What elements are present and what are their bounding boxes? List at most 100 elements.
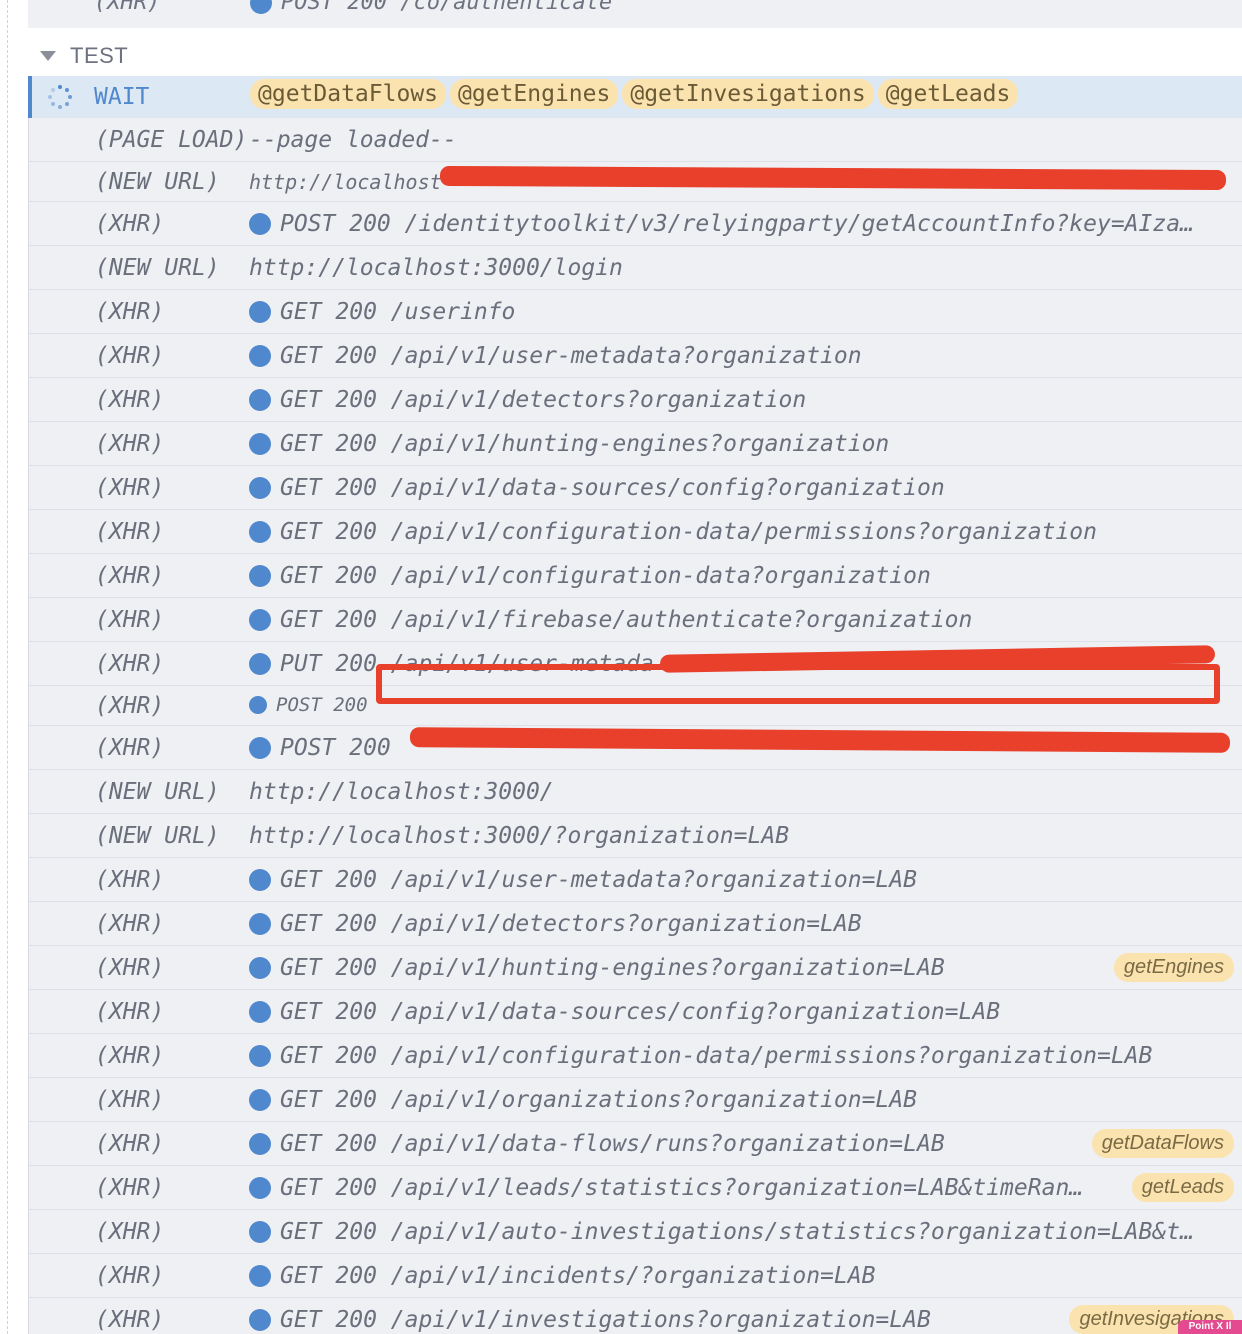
log-message: GET 200 /api/v1/hunting-engines?organiza… [249,955,1112,981]
alias-tag[interactable]: @getDataFlows [250,79,447,109]
log-type: (XHR) [95,1175,165,1201]
log-message: http://localhost:3000/login [249,255,623,281]
log-type: (XHR) [95,867,165,893]
alias-badge[interactable]: getLeads [1131,1173,1234,1202]
log-message: GET 200 /api/v1/data-flows/runs?organiza… [249,1131,1112,1157]
log-type: (XHR) [95,299,165,325]
wait-command-row[interactable]: WAIT @getDataFlows @getEngines @getInves… [28,76,1242,118]
spinner-icon [48,85,72,109]
log-type: (XHR) [95,1043,165,1069]
log-row[interactable]: (XHR) GET 200 /api/v1/data-sources/config… [29,466,1242,510]
log-type: (XHR) [95,911,165,937]
log-type: (XHR) [95,693,165,719]
log-type: (XHR) [95,475,165,501]
log-row[interactable]: (XHR) GET 200 /api/v1/investigations?orga… [29,1298,1242,1334]
log-row[interactable]: (XHR) GET 200 /api/v1/incidents/?organiza… [29,1254,1242,1298]
log-message: GET 200 /api/v1/firebase/authenticate?or… [249,607,1232,633]
log-row[interactable]: (XHR) GET 200 /api/v1/organizations?organ… [29,1078,1242,1122]
alias-tag[interactable]: @getInvesigations [622,79,874,109]
log-row[interactable]: (XHR) POST 200 /identitytoolkit/v3/relyin… [29,202,1242,246]
request-dot-icon [249,301,271,323]
log-type: (NEW URL) [95,779,220,805]
log-type: (XHR) [95,343,165,369]
log-row[interactable]: (XHR) GET 200 /api/v1/leads/statistics?or… [29,1166,1242,1210]
alias-badge[interactable]: getDataFlows [1091,1129,1234,1158]
request-dot-icon [250,0,272,14]
log-message: GET 200 /api/v1/detectors?organization=L… [249,911,1232,937]
redaction-mark [376,664,1220,704]
log-type: (XHR) [95,387,165,413]
log-message: GET 200 /api/v1/configuration-data/permi… [249,1043,1232,1069]
log-row[interactable]: (XHR) GET 200 /api/v1/auto-investigations… [29,1210,1242,1254]
log-row[interactable]: (NEW URL) http://localhost:3000/?organiza… [29,814,1242,858]
request-dot-icon [249,213,271,235]
request-dot-icon [249,1001,271,1023]
log-row[interactable]: (XHR) GET 200 /api/v1/data-sources/config… [29,990,1242,1034]
alias-tag[interactable]: @getLeads [877,79,1019,109]
log-row[interactable]: (XHR) GET 200 /api/v1/hunting-engines?org… [29,946,1242,990]
log-type: (XHR) [95,1087,165,1113]
log-row[interactable]: (XHR) GET 200 /api/v1/detectors?organizat… [29,902,1242,946]
log-message: http://localhost:3000/?organization=LAB [249,823,790,849]
log-row[interactable]: (XHR) GET 200 /api/v1/configuration-data/… [29,1034,1242,1078]
log-row[interactable]: (XHR) GET 200 /api/v1/user-metadata?organ… [29,858,1242,902]
log-message: POST 200 /identitytoolkit/v3/relyingpart… [249,211,1232,237]
log-row[interactable]: (XHR) GET 200 /api/v1/user-metadata?organ… [29,334,1242,378]
request-dot-icon [249,1089,271,1111]
log-row[interactable]: (XHR) GET 200 /api/v1/hunting-engines?org… [29,422,1242,466]
log-row[interactable]: (XHR) GET 200 /api/v1/configuration-data/… [29,510,1242,554]
test-title: TEST [70,43,129,68]
log-message: GET 200 /api/v1/data-sources/config?orga… [249,999,1232,1025]
log-type: (XHR) [95,651,165,677]
log-type: (NEW URL) [95,169,220,195]
log-row[interactable]: (XHR) GET 200 /api/v1/configuration-data?… [29,554,1242,598]
log-message: POST 200 /co/authenticate [250,0,612,15]
log-message: http://localhost:3000/ [249,779,554,805]
caret-down-icon[interactable] [40,51,56,61]
log-row[interactable]: (XHR) GET 200 /userinfo [29,290,1242,334]
log-type: (XHR) [95,1131,165,1157]
request-dot-icon [249,913,271,935]
log-row[interactable]: (XHR) GET 200 /api/v1/firebase/authentica… [29,598,1242,642]
log-row[interactable]: (NEW URL) http://localhost:3000/ [29,770,1242,814]
log-row[interactable]: (XHR) GET 200 /api/v1/detectors?organizat… [29,378,1242,422]
log-message: GET 200 /api/v1/user-metadata?organizati… [249,867,1232,893]
log-message: --page loaded-- [249,127,457,153]
wait-label: WAIT [94,84,150,110]
request-dot-icon [249,1265,271,1287]
log-message: GET 200 /api/v1/user-metadata?organizati… [249,343,1232,369]
request-dot-icon [249,433,271,455]
request-dot-icon [249,1133,271,1155]
log-message: GET 200 /api/v1/hunting-engines?organiza… [249,431,1232,457]
request-dot-icon [249,1177,271,1199]
log-type: (XHR) [95,999,165,1025]
test-header[interactable]: TEST [28,36,1242,76]
request-dot-icon [249,345,271,367]
log-message: GET 200 /api/v1/investigations?organizat… [249,1307,1112,1333]
log-type: (PAGE LOAD) [95,127,248,153]
log-type: (XHR) [95,211,165,237]
log-type: (XHR) [95,563,165,589]
log-type: (XHR) [95,607,165,633]
log-message: GET 200 /userinfo [249,299,1232,325]
log-type: (XHR) [94,0,161,15]
log-row-partial[interactable]: (XHR) POST 200 /co/authenticate [28,0,1242,28]
log-message: GET 200 /api/v1/data-sources/config?orga… [249,475,1232,501]
log-row[interactable]: (PAGE LOAD) --page loaded-- [29,118,1242,162]
log-message: GET 200 /api/v1/configuration-data?organ… [249,563,1232,589]
log-type: (NEW URL) [95,823,220,849]
log-row[interactable]: (XHR) GET 200 /api/v1/data-flows/runs?org… [29,1122,1242,1166]
alias-tag[interactable]: @getEngines [450,79,619,109]
alias-badge[interactable]: getEngines [1113,953,1234,982]
log-type: (XHR) [95,955,165,981]
log-row[interactable]: (NEW URL) http://localhost:3000/login [29,246,1242,290]
request-dot-icon [249,957,271,979]
redaction-mark [439,165,1227,191]
footer-badge: Point X Il [1178,1320,1242,1334]
request-dot-icon [249,1309,271,1331]
request-dot-icon [249,737,271,759]
log-message: GET 200 /api/v1/organizations?organizati… [249,1087,1232,1113]
log-type: (XHR) [95,1219,165,1245]
request-dot-icon [249,696,267,714]
request-dot-icon [249,565,271,587]
